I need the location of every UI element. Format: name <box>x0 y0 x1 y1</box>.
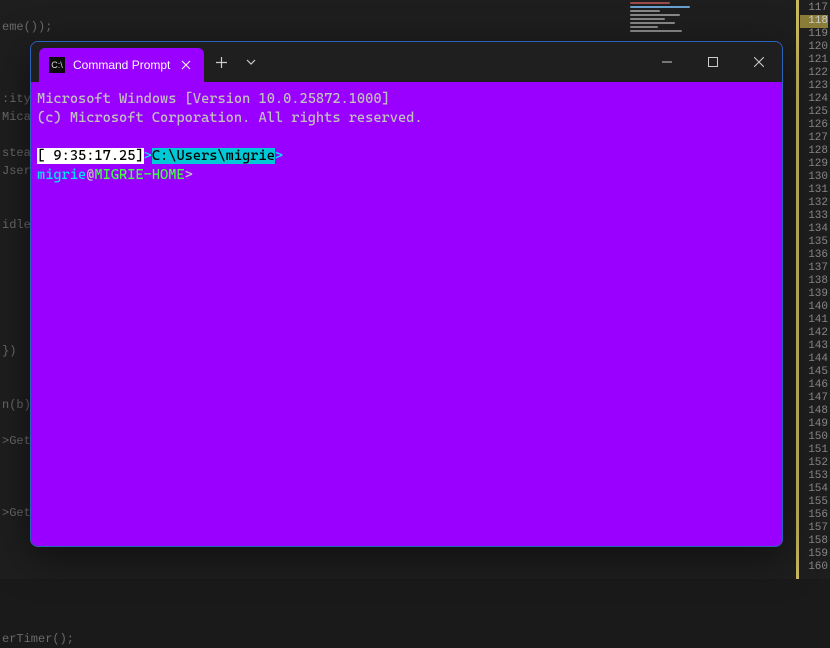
prompt-time: [ 9:35:17.25] <box>37 148 144 164</box>
tab-command-prompt[interactable]: C:\ Command Prompt <box>39 48 204 82</box>
titlebar-drag-region[interactable] <box>264 42 644 82</box>
close-icon <box>181 60 191 70</box>
terminal-content[interactable]: Microsoft Windows [Version 10.0.25872.10… <box>31 82 782 193</box>
prompt-separator: > <box>144 148 152 164</box>
minimize-button[interactable] <box>644 42 690 82</box>
prompt-gt: > <box>185 167 193 183</box>
banner-line-1: Microsoft Windows [Version 10.0.25872.10… <box>37 91 390 107</box>
tab-close-button[interactable] <box>178 57 194 73</box>
prompt-host: MIGRIE-HOME <box>94 167 184 183</box>
terminal-window: C:\ Command Prompt Microsoft Windows [Ve… <box>30 41 783 547</box>
prompt-path: C:\Users\migrie <box>152 148 275 164</box>
titlebar[interactable]: C:\ Command Prompt <box>31 42 782 82</box>
minimize-icon <box>662 57 672 67</box>
command-prompt-icon: C:\ <box>49 57 65 73</box>
tab-title: Command Prompt <box>73 58 170 72</box>
editor-line-numbers: 1171181191201211221231241251261271281291… <box>800 0 830 579</box>
chevron-down-icon <box>246 59 256 65</box>
close-window-button[interactable] <box>736 42 782 82</box>
new-tab-button[interactable] <box>204 42 238 82</box>
plus-icon <box>216 57 227 68</box>
prompt-user: migrie <box>37 167 86 183</box>
tab-dropdown-button[interactable] <box>238 42 264 82</box>
line-number-ruler <box>796 0 799 579</box>
maximize-icon <box>708 57 718 67</box>
maximize-button[interactable] <box>690 42 736 82</box>
close-icon <box>754 57 764 67</box>
prompt-gt: > <box>275 148 283 164</box>
banner-line-2: (c) Microsoft Corporation. All rights re… <box>37 110 423 126</box>
